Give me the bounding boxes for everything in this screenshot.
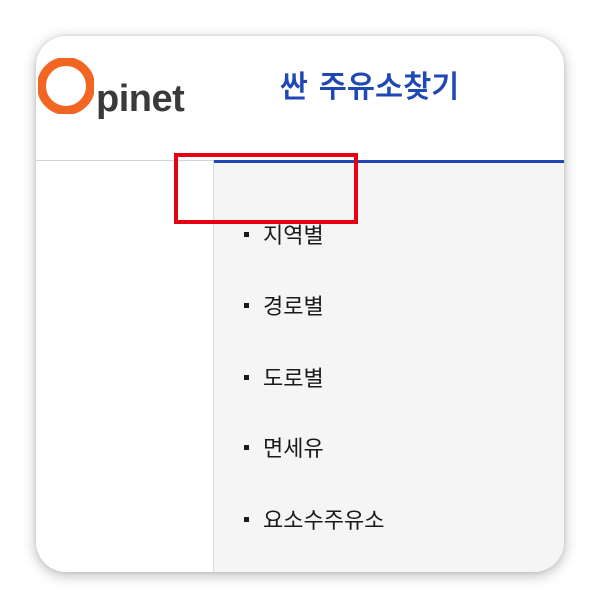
page-title[interactable]: 싼 주유소찾기	[280, 62, 460, 106]
menu-item-label: 요소수주유소	[263, 509, 385, 534]
bullet-icon	[244, 374, 249, 380]
bullet-icon	[244, 231, 249, 237]
menu-item-label: 경로별	[263, 295, 324, 320]
search-menu: 지역별 경로별 도로별 면세유 요소수주유소	[214, 163, 564, 572]
header: pinet 싼 주유소찾기	[36, 36, 564, 160]
left-column	[36, 161, 213, 572]
bullet-icon	[244, 516, 249, 522]
opinet-panel: pinet 싼 주유소찾기 지역별 경로별 도로별 면세유 요소수주유소	[36, 36, 564, 572]
menu-item-label: 지역별	[263, 224, 324, 249]
menu-item-urea-station[interactable]: 요소수주유소	[244, 499, 384, 539]
bullet-icon	[244, 302, 249, 308]
menu-item-label: 면세유	[263, 437, 324, 462]
menu-item-region[interactable]: 지역별	[244, 214, 324, 254]
logo-o-mark	[37, 57, 95, 115]
menu-item-tax-free-oil[interactable]: 면세유	[244, 427, 324, 467]
logo-text: pinet	[96, 78, 185, 120]
opinet-logo[interactable]: pinet	[37, 42, 185, 122]
menu-item-label: 도로별	[263, 367, 324, 392]
menu-item-route[interactable]: 경로별	[244, 285, 324, 325]
menu-item-road[interactable]: 도로별	[244, 357, 324, 397]
bullet-icon	[244, 444, 249, 450]
